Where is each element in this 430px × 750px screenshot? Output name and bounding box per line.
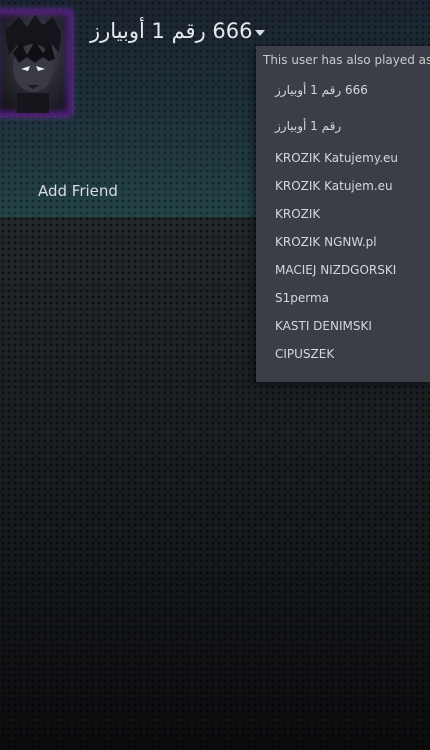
name-history-item[interactable]: KROZIK Katujem.eu (275, 179, 393, 193)
chevron-down-icon[interactable] (255, 30, 265, 36)
name-history-item[interactable]: KROZIK Katujemy.eu (275, 151, 398, 165)
name-history-item[interactable]: KROZIK NGNW.pl (275, 235, 377, 249)
avatar[interactable] (0, 10, 72, 116)
name-history-item[interactable]: S1perma (275, 291, 329, 305)
name-history-item[interactable]: KASTI DENIMSKI (275, 319, 372, 333)
name-history-item[interactable]: 666 رقم 1 أوبيارز (275, 83, 368, 97)
name-history-item[interactable]: رقم 1 أوبيارز (275, 119, 341, 133)
persona-name[interactable]: 666 رقم 1 أوبيارز (90, 19, 253, 43)
add-friend-button[interactable]: Add Friend (38, 182, 118, 200)
name-history-dropdown: This user has also played as: 666 رقم 1 … (256, 46, 430, 382)
name-history-item[interactable]: CIPUSZEK (275, 347, 334, 361)
name-history-item[interactable]: MACIEJ NIZDGORSKI (275, 263, 396, 277)
name-history-item[interactable]: KROZIK (275, 207, 320, 221)
dropdown-header: This user has also played as: (263, 53, 430, 67)
avatar-image (5, 15, 61, 113)
